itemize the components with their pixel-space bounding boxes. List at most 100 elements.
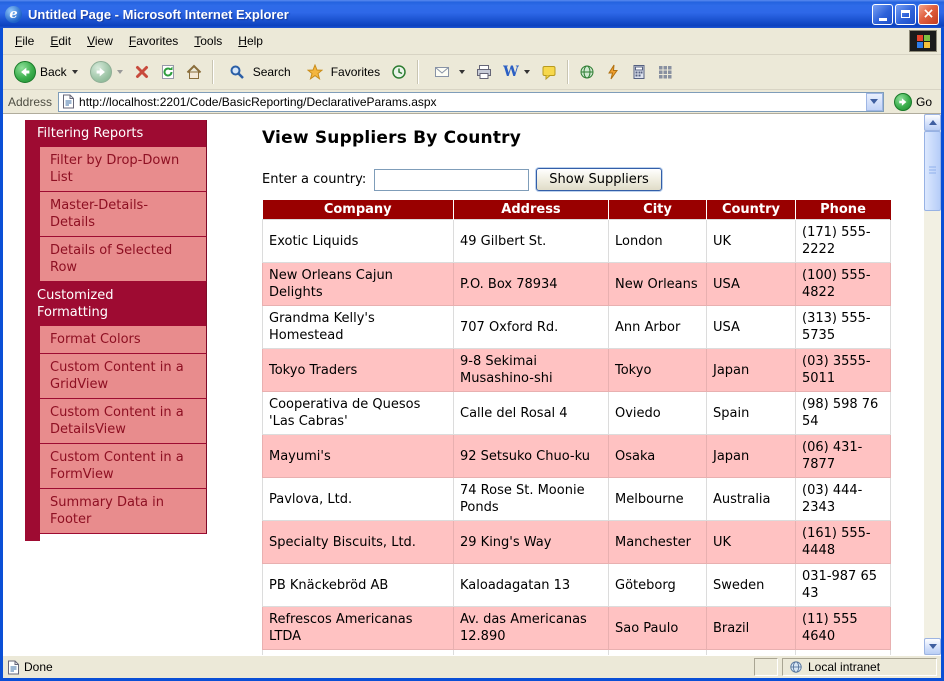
favorites-label: Favorites xyxy=(331,65,380,79)
address-input[interactable]: http://localhost:2201/Code/BasicReportin… xyxy=(58,92,884,112)
favorites-button[interactable]: Favorites xyxy=(298,60,385,84)
maximize-icon xyxy=(901,10,910,18)
table-cell: Germany xyxy=(707,650,796,656)
refresh-button[interactable] xyxy=(156,62,180,82)
edit-dropdown-caret xyxy=(524,70,530,74)
scrollbar-thumb[interactable] xyxy=(924,131,941,211)
grid-button[interactable] xyxy=(653,62,677,82)
research-globe-button[interactable] xyxy=(575,62,599,82)
menu-help[interactable]: Help xyxy=(230,31,271,51)
mail-dropdown-caret xyxy=(459,70,465,74)
address-dropdown-button[interactable] xyxy=(866,93,883,111)
table-cell: PB Knäckebröd AB xyxy=(263,564,454,607)
table-cell: 49 Gilbert St. xyxy=(454,220,609,263)
windows-logo-icon xyxy=(909,30,937,52)
table-header-row: Company Address City Country Phone xyxy=(263,200,891,220)
table-row: Grandma Kelly's Homestead707 Oxford Rd.A… xyxy=(263,306,891,349)
search-button[interactable]: Search xyxy=(220,60,296,84)
history-button[interactable] xyxy=(387,62,411,82)
table-cell: P.O. Box 78934 xyxy=(454,263,609,306)
table-cell: New Orleans xyxy=(609,263,707,306)
table-cell: Exotic Liquids xyxy=(263,220,454,263)
scroll-up-button[interactable] xyxy=(924,114,941,131)
menu-file[interactable]: File xyxy=(7,31,42,51)
arrow-up-icon xyxy=(929,120,937,125)
country-label: Enter a country: xyxy=(262,172,366,187)
vertical-scrollbar[interactable] xyxy=(924,114,941,655)
column-header-phone: Phone xyxy=(796,200,891,220)
country-input[interactable] xyxy=(374,169,529,191)
sidebar-item-details-of-selected-row[interactable]: Details of Selected Row xyxy=(40,237,207,282)
table-cell: Mayumi's xyxy=(263,435,454,478)
stop-button[interactable] xyxy=(130,62,154,82)
address-label: Address xyxy=(8,95,52,109)
zone-label: Local intranet xyxy=(808,660,880,674)
home-button[interactable] xyxy=(182,62,206,82)
go-label: Go xyxy=(916,95,932,109)
table-cell: Osaka xyxy=(609,435,707,478)
forward-icon xyxy=(90,61,112,83)
sidebar-item-custom-content-gridview[interactable]: Custom Content in a GridView xyxy=(40,354,207,399)
table-cell: UK xyxy=(707,220,796,263)
table-cell: Spain xyxy=(707,392,796,435)
menu-edit[interactable]: Edit xyxy=(42,31,79,51)
table-row: Refrescos Americanas LTDAAv. das America… xyxy=(263,607,891,650)
show-suppliers-button[interactable]: Show Suppliers xyxy=(536,168,662,191)
status-bar: Done Local intranet xyxy=(3,655,941,678)
table-row: PB Knäckebröd ABKaloadagatan 13GöteborgS… xyxy=(263,564,891,607)
sidebar-item-customized-formatting[interactable]: Customized Formatting xyxy=(25,282,207,326)
calculator-button[interactable] xyxy=(627,62,651,82)
window-title: Untitled Page - Microsoft Internet Explo… xyxy=(28,7,866,22)
sidebar-item-filter-by-drop-down-list[interactable]: Filter by Drop-Down List xyxy=(40,147,207,192)
menu-view[interactable]: View xyxy=(79,31,121,51)
table-cell: Pavlova, Ltd. xyxy=(263,478,454,521)
minimize-button[interactable] xyxy=(872,4,893,25)
table-row: Pavlova, Ltd.74 Rose St. Moonie PondsMel… xyxy=(263,478,891,521)
zone-pane: Local intranet xyxy=(782,658,937,676)
table-cell: (11) 555 4640 xyxy=(796,607,891,650)
web-page: Filtering Reports Filter by Drop-Down Li… xyxy=(3,114,924,655)
maximize-button[interactable] xyxy=(895,4,916,25)
print-button[interactable] xyxy=(472,62,496,82)
table-cell: Melbourne xyxy=(609,478,707,521)
forward-button[interactable] xyxy=(85,59,128,85)
go-button[interactable]: Go xyxy=(890,92,936,112)
menu-tools[interactable]: Tools xyxy=(186,31,230,51)
back-button[interactable]: Back xyxy=(9,59,83,85)
table-cell: (171) 555-2222 xyxy=(796,220,891,263)
table-cell: 031-987 65 43 xyxy=(796,564,891,607)
mail-icon xyxy=(430,62,454,82)
menu-favorites[interactable]: Favorites xyxy=(121,31,186,51)
edit-button[interactable]: W xyxy=(498,62,535,82)
sidebar-item-format-colors[interactable]: Format Colors xyxy=(40,326,207,354)
table-cell: (03) 444-2343 xyxy=(796,478,891,521)
sidebar-item-custom-content-detailsview[interactable]: Custom Content in a DetailsView xyxy=(40,399,207,444)
table-cell: Cooperativa de Quesos 'Las Cabras' xyxy=(263,392,454,435)
mail-button[interactable] xyxy=(425,60,470,84)
discuss-button[interactable] xyxy=(537,62,561,82)
table-cell: Japan xyxy=(707,349,796,392)
page-title: View Suppliers By Country xyxy=(262,128,890,148)
table-cell: (313) 555-5735 xyxy=(796,306,891,349)
table-cell: New Orleans Cajun Delights xyxy=(263,263,454,306)
table-cell: Refrescos Americanas LTDA xyxy=(263,607,454,650)
scroll-down-button[interactable] xyxy=(924,638,941,655)
column-header-country: Country xyxy=(707,200,796,220)
search-icon xyxy=(225,62,249,82)
sidebar-item-filtering-reports[interactable]: Filtering Reports xyxy=(25,120,207,147)
table-cell: 29 King's Way xyxy=(454,521,609,564)
table-cell: (98) 598 76 54 xyxy=(796,392,891,435)
suppliers-table: Company Address City Country Phone Exoti… xyxy=(262,200,891,655)
sidebar-item-summary-data-in-footer[interactable]: Summary Data in Footer xyxy=(40,489,207,534)
sidebar-item-master-details-details[interactable]: Master-Details-Details xyxy=(40,192,207,237)
title-bar: e Untitled Page - Microsoft Internet Exp… xyxy=(0,0,944,28)
browser-window: e Untitled Page - Microsoft Internet Exp… xyxy=(0,0,944,681)
ie-logo-icon: e xyxy=(5,6,22,23)
sidebar-item-custom-content-formview[interactable]: Custom Content in a FormView xyxy=(40,444,207,489)
close-button[interactable]: × xyxy=(918,4,939,25)
messenger-button[interactable] xyxy=(601,62,625,82)
table-cell: Sao Paulo xyxy=(609,607,707,650)
table-cell: Australia xyxy=(707,478,796,521)
table-row: Exotic Liquids49 Gilbert St.LondonUK(171… xyxy=(263,220,891,263)
table-cell: (161) 555-4448 xyxy=(796,521,891,564)
